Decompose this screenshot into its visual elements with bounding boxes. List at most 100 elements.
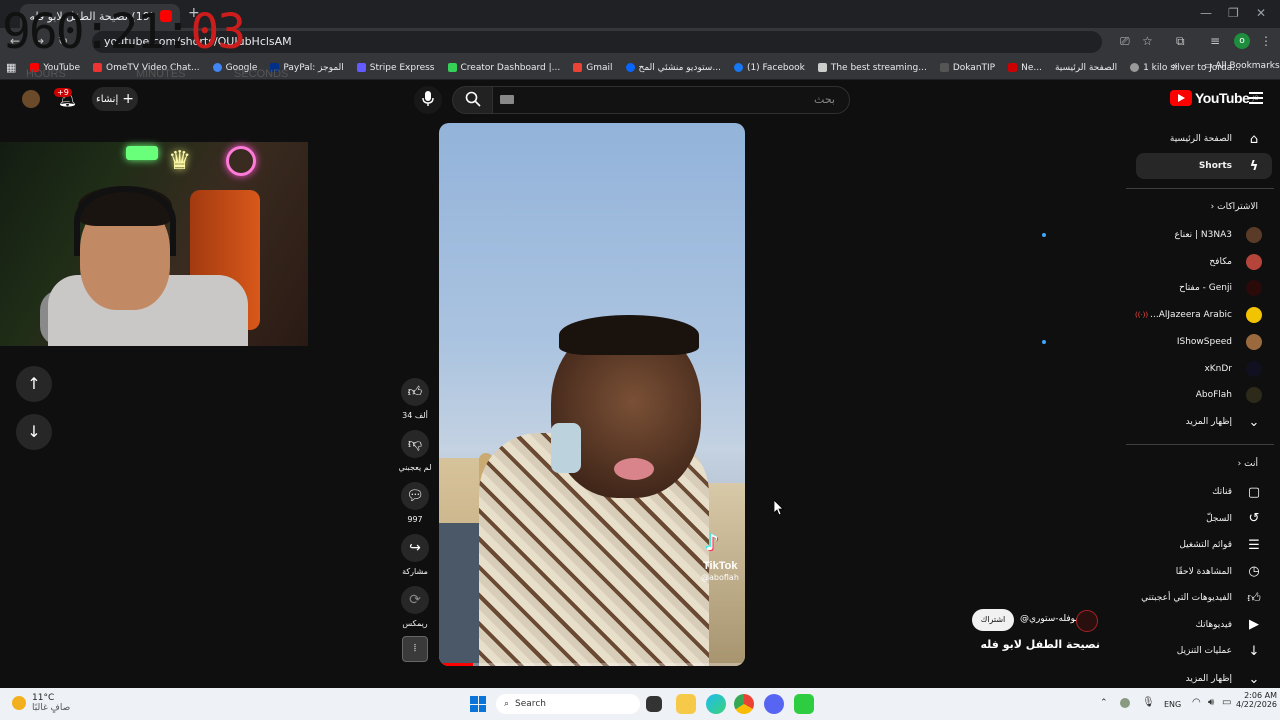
sidebar-subscription-item[interactable]: Genji - مفتاح (1022, 275, 1262, 301)
video-progress-bar[interactable] (439, 663, 745, 666)
sidebar-subscription-item[interactable]: ((·)) AlJazeera Arabic... (1022, 302, 1262, 328)
dislike-button[interactable]: 👎︎ (401, 430, 429, 458)
weather-widget[interactable]: 11°C صافٍ غالبًا (12, 693, 70, 713)
bookmark-star-icon[interactable]: ☆ (1142, 34, 1153, 48)
subscription-name: xKnDr (1204, 363, 1232, 374)
bookmark-homepage[interactable]: الصفحة الرئيسية (1055, 63, 1117, 73)
comment-icon: 💬︎ (406, 488, 424, 504)
extensions-icon[interactable]: ⧉ (1176, 34, 1185, 49)
wifi-icon[interactable]: ◠ (1192, 697, 1201, 708)
taskbar-clock[interactable]: 2:06 AM 4/22/2026 (1236, 691, 1277, 709)
subscription-name: AlJazeera Arabic... (1150, 310, 1232, 321)
sidebar-subscription-item[interactable]: AboFlah (1022, 382, 1262, 408)
sidebar-subscription-item[interactable]: N3NA3 | نعناع (1022, 222, 1262, 248)
new-content-dot-icon (1042, 233, 1046, 237)
next-short-button[interactable]: ↓ (16, 414, 52, 450)
app-icon[interactable] (794, 694, 814, 714)
sidebar-you-item[interactable]: عمليات التنزيل ↓ (1022, 638, 1262, 664)
maximize-icon[interactable]: ❐ (1228, 6, 1239, 20)
bookmark-creator-dashboard[interactable]: Creator Dashboard |... (447, 63, 560, 73)
bookmark-ne[interactable]: Ne... (1008, 63, 1042, 73)
close-window-icon[interactable]: ✕ (1256, 6, 1266, 20)
more-bookmarks-icon[interactable]: » (1172, 61, 1178, 72)
tray-mic-icon[interactable]: 🎙︎ (1142, 697, 1155, 708)
history-icon: ↺ (1248, 511, 1260, 526)
sidebar-you-item[interactable]: قوائم التشغيل ☰ (1022, 532, 1262, 558)
timer-label-hours: HOURS (26, 68, 66, 80)
taskbar-search[interactable]: ⌕ Search (496, 694, 640, 714)
file-explorer-icon[interactable] (676, 694, 696, 714)
bookmark-stripe[interactable]: Stripe Express (356, 63, 435, 73)
sidebar-subscription-item[interactable]: مكافح (1022, 249, 1262, 275)
profile-avatar[interactable]: o (1234, 33, 1250, 49)
thumbs-down-icon: 👎︎ (407, 436, 423, 452)
channel-avatar (1246, 360, 1262, 377)
channel-avatar (1246, 333, 1262, 350)
input-language[interactable]: ENG (1164, 700, 1181, 709)
home-icon: ⌂ (1249, 131, 1259, 147)
task-view-icon[interactable] (646, 696, 662, 712)
subscriptions-heading[interactable]: الاشتراكات ‹ (1211, 202, 1258, 212)
you-heading[interactable]: أنت ‹ (1238, 459, 1258, 469)
sidebar-you-item[interactable]: فيديوهاتك ▶ (1022, 612, 1262, 638)
timer-label-minutes: MINUTES (136, 68, 186, 80)
sidebar-you-item[interactable]: السجلّ ↺ (1022, 506, 1262, 532)
short-video-player[interactable]: ♪ TikTok @aboflah (439, 123, 745, 666)
webcam-headset (74, 186, 176, 256)
sidebar-you-item[interactable]: المشاهدة لاحقًا ◷ (1022, 559, 1262, 585)
bookmark-streaming[interactable]: The best streaming... (817, 63, 927, 73)
volume-icon[interactable]: 🔊︎ (1208, 697, 1214, 708)
subscriptions-show-more[interactable]: إظهار المزيد ⌄ (1022, 409, 1262, 435)
sidebar-item-label: Shorts (1198, 161, 1232, 171)
discord-icon[interactable] (764, 694, 784, 714)
timer-seconds: 03 (190, 4, 246, 60)
like-button[interactable]: 👍︎ (401, 378, 429, 406)
windows-start-icon[interactable] (470, 696, 486, 712)
cast-icon[interactable]: ⎚ (1120, 34, 1130, 49)
keyboard-icon[interactable] (500, 95, 514, 104)
remix-label: ريمكس (402, 619, 428, 628)
original-sound-button[interactable]: ⦙ (402, 636, 428, 662)
sidebar-subscription-item[interactable]: xKnDr (1022, 356, 1262, 382)
bookmark-gmail[interactable]: Gmail (573, 63, 613, 73)
media-icon[interactable]: ≡ (1210, 34, 1220, 48)
apps-grid-icon[interactable]: ▦ (6, 61, 16, 74)
youtube-logo[interactable]: YouTube JO (1170, 90, 1259, 106)
sidebar-item-shorts[interactable]: Shorts ϟ (1022, 153, 1262, 179)
account-avatar[interactable] (22, 90, 40, 108)
minimize-icon[interactable]: — (1200, 6, 1212, 20)
plus-icon: + (122, 91, 134, 107)
create-button[interactable]: إنشاء + (92, 87, 138, 111)
windows-taskbar (0, 688, 1280, 720)
tray-chevron-icon[interactable]: ⌃ (1100, 698, 1108, 708)
bookmark-facebook[interactable]: (1) Facebook (733, 63, 805, 73)
chrome-menu-icon[interactable]: ⋮ (1260, 34, 1272, 48)
edge-icon[interactable] (706, 694, 726, 714)
search-button[interactable] (452, 86, 494, 114)
remix-button[interactable]: ⟳ (401, 586, 429, 614)
subscribe-button[interactable]: اشتراك (972, 609, 1014, 631)
search-input[interactable]: بحث (492, 86, 850, 114)
voice-search-button[interactable] (414, 86, 442, 114)
battery-icon[interactable]: ▭ (1222, 697, 1231, 708)
sidebar-item-home[interactable]: الصفحة الرئيسية ⌂ (1022, 126, 1262, 152)
comments-button[interactable]: 💬︎ (401, 482, 429, 510)
search-icon: ⌕ (504, 699, 510, 709)
previous-short-button[interactable]: ↑ (16, 366, 52, 402)
video-progress-fill (439, 663, 473, 666)
sidebar-subscription-item[interactable]: IShowSpeed (1022, 329, 1262, 355)
share-button[interactable]: ↪ (401, 534, 429, 562)
all-bookmarks[interactable]: ▭ All Bookmarks (1204, 61, 1280, 71)
menu-hamburger-icon[interactable] (1249, 92, 1263, 104)
show-more-label: إظهار المزيد (1185, 417, 1232, 427)
sidebar-item-label: الفيديوهات التي أعجبتني (1141, 593, 1232, 603)
sidebar-you-item[interactable]: قناتك ▢ (1022, 479, 1262, 505)
chrome-icon[interactable] (734, 694, 754, 714)
bookmark-dokantip[interactable]: DokanTIP (939, 63, 995, 73)
neon-sign-green (126, 146, 158, 160)
tray-app-icon[interactable] (1120, 698, 1130, 708)
bookmark-studio[interactable]: ستوديو منشئي المح... (625, 63, 721, 73)
timer-minutes: 21 (109, 4, 166, 60)
sidebar-you-item[interactable]: الفيديوهات التي أعجبتني 👍︎ (1022, 585, 1262, 611)
dislike-label: لم يعجبني (398, 463, 432, 472)
